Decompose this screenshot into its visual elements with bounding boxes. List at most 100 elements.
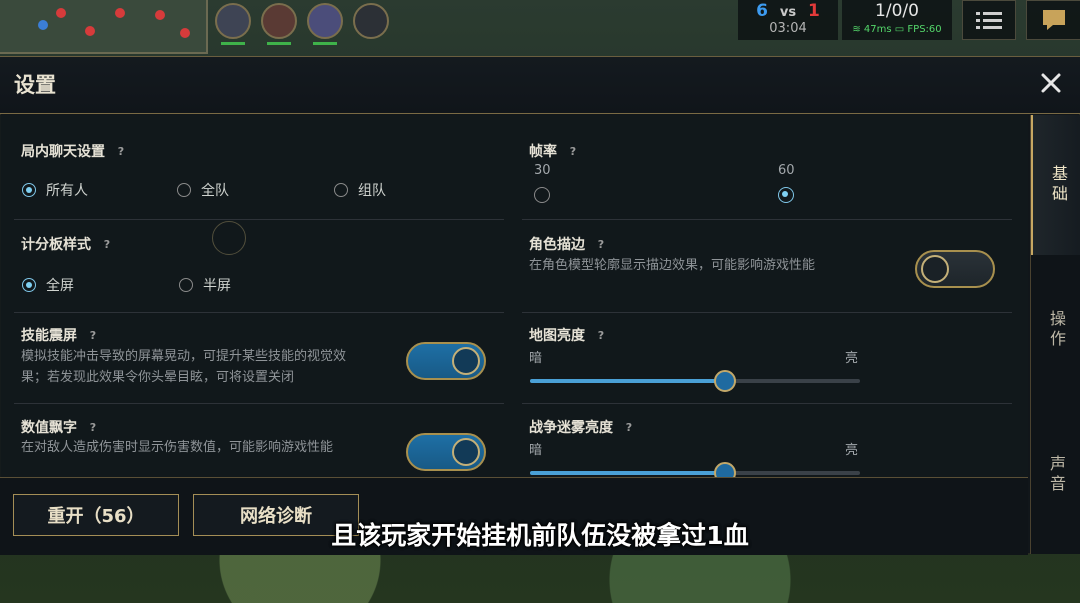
map-brightness-fill xyxy=(530,379,725,383)
shake-description-line: 果；若发现此效果令你头晕目眩，可将设置关闭 xyxy=(21,370,295,385)
framerate-option-60[interactable] xyxy=(778,187,804,203)
outline-label: 角色描边 xyxy=(529,237,585,253)
framerate-setting-title: 帧率? xyxy=(529,141,581,161)
chat-option-label: 组队 xyxy=(358,183,386,199)
radio-icon xyxy=(177,183,191,197)
radio-selected-icon xyxy=(22,183,36,197)
video-subtitle: 且该玩家开始挂机前队伍没被拿过1血 xyxy=(331,521,749,550)
kda-readout: 1/0/0 xyxy=(875,1,919,21)
fog-brightness-label: 战争迷雾亮度 xyxy=(529,420,613,436)
champion-portrait xyxy=(215,3,251,45)
close-button[interactable] xyxy=(1036,68,1066,98)
fog-brightness-fill xyxy=(530,471,725,475)
minimap-enemy-icon xyxy=(115,8,125,18)
divider xyxy=(522,219,1012,220)
team-score: 6 vs 1 03:04 xyxy=(738,0,838,40)
scoreboard-setting-title: 计分板样式? xyxy=(21,234,115,254)
outline-description: 在角色模型轮廓显示描边效果，可能影响游戏性能 xyxy=(529,258,816,273)
top-hud: 6 vs 1 03:04 1/0/0 ≋ 47ms ▭ FPS:60 xyxy=(0,0,1080,54)
minimap[interactable] xyxy=(0,0,208,54)
outline-setting-title: 角色描边? xyxy=(529,234,609,254)
toggle-knob xyxy=(452,438,480,466)
tab-controls[interactable]: 操作 xyxy=(1031,260,1080,400)
blue-team-kills: 6 xyxy=(756,1,768,21)
damage-numbers-setting-title: 数值飘字? xyxy=(21,417,101,437)
settings-panel: 设置 局内聊天设置? 所有人 全队 组队 帧率? 30 60 计分板样式 ? 全… xyxy=(0,56,1080,555)
menu-button[interactable] xyxy=(962,0,1016,40)
help-icon[interactable]: ? xyxy=(113,144,129,160)
settings-tabs: 基础 操作 声音 xyxy=(1030,115,1080,554)
settings-header: 设置 xyxy=(0,57,1080,114)
chat-option-label: 全队 xyxy=(201,183,229,199)
help-icon[interactable]: ? xyxy=(85,328,101,344)
battery-icon: ▭ xyxy=(894,24,905,35)
background-ability-ring xyxy=(212,221,246,255)
divider xyxy=(522,403,1012,404)
map-brightness-min-label: 暗 xyxy=(529,351,543,366)
minimap-enemy-icon xyxy=(155,10,165,20)
red-team-kills: 1 xyxy=(808,1,820,21)
help-icon[interactable]: ? xyxy=(593,328,609,344)
chat-button[interactable] xyxy=(1026,0,1080,40)
framerate-option-30-label: 30 xyxy=(534,163,551,178)
help-icon[interactable]: ? xyxy=(593,237,609,253)
divider xyxy=(14,403,504,404)
framerate-label: 帧率 xyxy=(529,144,557,160)
radio-icon xyxy=(179,278,193,292)
help-icon[interactable]: ? xyxy=(85,420,101,436)
chat-option-party[interactable]: 组队 xyxy=(334,180,386,200)
tab-basic[interactable]: 基础 xyxy=(1031,115,1080,255)
map-brightness-thumb[interactable] xyxy=(713,370,736,392)
help-icon[interactable]: ? xyxy=(99,237,115,253)
scoreboard-option-half[interactable]: 半屏 xyxy=(179,275,231,295)
outline-toggle[interactable] xyxy=(915,250,995,288)
game-timer: 03:04 xyxy=(769,21,807,36)
list-menu-icon xyxy=(976,12,1002,29)
fog-brightness-max-label: 亮 xyxy=(845,443,859,458)
minimap-enemy-icon xyxy=(85,26,95,36)
chat-bubble-icon xyxy=(1043,10,1065,30)
framerate-option-60-label: 60 xyxy=(778,163,795,178)
damage-numbers-label: 数值飘字 xyxy=(21,420,77,436)
page-title: 设置 xyxy=(14,73,56,97)
scoreboard-option-fullscreen[interactable]: 全屏 xyxy=(22,275,74,295)
chat-option-label: 所有人 xyxy=(46,183,88,199)
help-icon[interactable]: ? xyxy=(565,144,581,160)
damage-numbers-description: 在对敌人造成伤害时显示伤害数值，可能影响游戏性能 xyxy=(21,440,334,455)
scoreboard-option-label: 半屏 xyxy=(203,278,231,294)
settings-content[interactable]: 局内聊天设置? 所有人 全队 组队 帧率? 30 60 计分板样式? 全屏 半屏… xyxy=(0,115,1028,484)
damage-numbers-toggle[interactable] xyxy=(406,433,486,471)
fps-readout: FPS:60 xyxy=(907,24,942,35)
toggle-knob xyxy=(452,347,480,375)
enemy-champion-portraits xyxy=(215,3,389,45)
shake-description: 模拟技能冲击导致的屏幕晃动，可提升某些技能的视觉效 果；若发现此效果令你头晕目眩… xyxy=(21,346,396,388)
close-icon xyxy=(1041,73,1061,93)
fog-brightness-setting-title: 战争迷雾亮度? xyxy=(529,417,637,437)
radio-icon xyxy=(534,187,550,203)
ping-readout: 47ms xyxy=(863,24,892,35)
shake-setting-title: 技能震屏? xyxy=(21,325,101,345)
toggle-knob xyxy=(921,255,949,283)
map-brightness-label: 地图亮度 xyxy=(529,328,585,344)
radio-selected-icon xyxy=(22,278,36,292)
champion-portrait xyxy=(261,3,297,45)
divider xyxy=(522,312,1012,313)
help-icon[interactable]: ? xyxy=(621,420,637,436)
map-brightness-slider[interactable] xyxy=(530,370,860,392)
score-vs: vs xyxy=(779,5,797,20)
champion-portrait xyxy=(307,3,343,45)
fog-brightness-slider[interactable] xyxy=(530,462,860,484)
player-stats: 1/0/0 ≋ 47ms ▭ FPS:60 xyxy=(842,0,952,40)
map-brightness-setting-title: 地图亮度? xyxy=(529,325,609,345)
framerate-option-30[interactable] xyxy=(534,187,560,203)
shake-description-line: 模拟技能冲击导致的屏幕晃动，可提升某些技能的视觉效 xyxy=(21,349,347,364)
chat-option-team[interactable]: 全队 xyxy=(177,180,229,200)
chat-option-everyone[interactable]: 所有人 xyxy=(22,180,88,200)
divider xyxy=(14,312,504,313)
scoreboard-option-label: 全屏 xyxy=(46,278,74,294)
fog-brightness-min-label: 暗 xyxy=(529,443,543,458)
minimap-enemy-icon xyxy=(180,28,190,38)
shake-toggle[interactable] xyxy=(406,342,486,380)
scoreboard-label: 计分板样式 xyxy=(21,237,91,253)
chat-setting-title: 局内聊天设置? xyxy=(21,141,129,161)
